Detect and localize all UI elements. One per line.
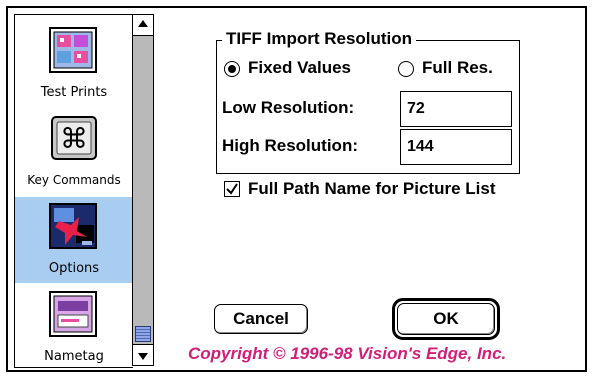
radio-fixed-values[interactable] [224, 61, 240, 77]
high-resolution-field[interactable]: 144 [400, 129, 512, 165]
sidebar-item-label: Key Commands [27, 173, 121, 187]
sidebar-item-test-prints[interactable]: Test Prints [15, 21, 133, 107]
cancel-button[interactable]: Cancel [214, 304, 308, 334]
full-path-checkbox-label: Full Path Name for Picture List [248, 179, 496, 198]
low-resolution-label: Low Resolution: [222, 98, 355, 117]
svg-text:⌘: ⌘ [60, 122, 88, 155]
checkmark-icon [226, 183, 238, 195]
scroll-track[interactable] [133, 36, 153, 344]
scroll-up-arrow-icon[interactable] [133, 15, 153, 36]
low-resolution-field[interactable]: 72 [400, 91, 512, 127]
sidebar-item-label: Options [48, 261, 100, 276]
sidebar-list[interactable]: Test Prints ⌘ Key Commands Options Namet… [14, 14, 133, 368]
nametag-icon [49, 291, 99, 339]
high-resolution-label: High Resolution: [222, 136, 358, 155]
radio-full-res[interactable] [398, 61, 414, 77]
scroll-thumb[interactable] [135, 326, 151, 342]
copyright-text: Copyright © 1996-98 Vision's Edge, Inc. [188, 344, 507, 363]
radio-full-res-label: Full Res. [422, 58, 493, 77]
scroll-down-arrow-icon[interactable] [133, 344, 153, 365]
sidebar-item-options[interactable]: Options [15, 197, 133, 283]
options-icon [49, 203, 99, 251]
full-path-checkbox[interactable] [224, 181, 240, 197]
sidebar-item-key-commands[interactable]: ⌘ Key Commands [15, 109, 133, 195]
command-key-icon: ⌘ [49, 115, 99, 163]
group-title: TIFF Import Resolution [222, 29, 417, 49]
sidebar-scrollbar[interactable] [132, 14, 154, 366]
test-prints-icon [49, 27, 99, 75]
radio-fixed-values-label: Fixed Values [248, 58, 351, 77]
sidebar-item-label: Test Prints [40, 85, 108, 100]
sidebar-item-label: Nametag [44, 349, 104, 364]
ok-button[interactable]: OK [397, 303, 495, 335]
sidebar-item-nametag[interactable]: Nametag [15, 285, 133, 367]
